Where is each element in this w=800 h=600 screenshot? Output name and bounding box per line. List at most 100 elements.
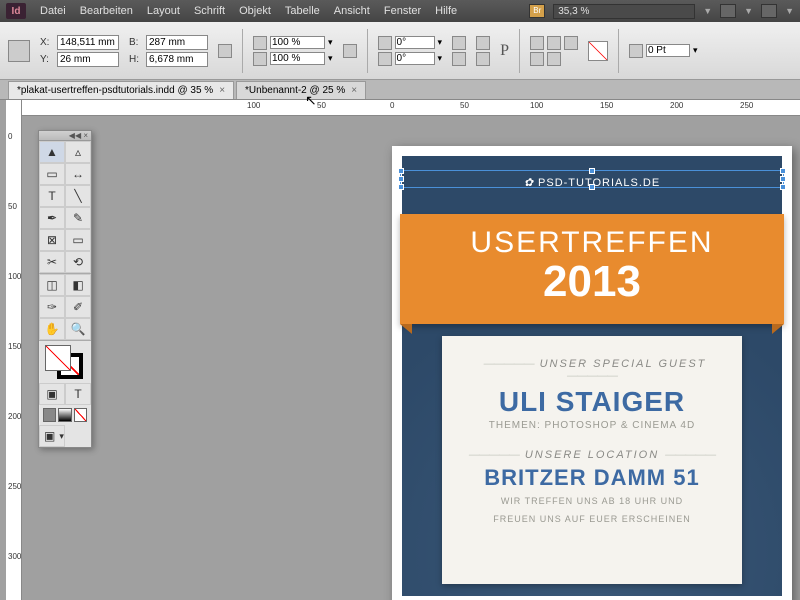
flip-h-icon[interactable] bbox=[476, 36, 490, 50]
canvas[interactable]: ◀◀ × ▲ ▵ ▭ ↔ T ╲ ✒ ✎ ⊠ ▭ ✂ ⟲ ◫ ◧ ✑ ✐ ✋ 🔍 bbox=[22, 116, 800, 600]
ruler-tick: 0 bbox=[390, 101, 394, 110]
chevron-down-icon[interactable]: ▾ bbox=[438, 53, 443, 64]
view-mode[interactable]: ▣ ▾ bbox=[39, 425, 65, 447]
tab-label: *Unbenannt-2 @ 25 % bbox=[245, 85, 345, 96]
menubar: Id Datei Bearbeiten Layout Schrift Objek… bbox=[0, 0, 800, 22]
close-icon[interactable]: × bbox=[219, 85, 225, 96]
ruler-tick: 100 bbox=[8, 272, 21, 281]
fill-stroke-control[interactable] bbox=[39, 341, 91, 383]
x-input[interactable] bbox=[57, 35, 119, 50]
wrap-none-icon[interactable] bbox=[530, 36, 544, 50]
shear-input[interactable] bbox=[395, 52, 435, 65]
tab-unbenannt[interactable]: *Unbenannt-2 @ 25 % × bbox=[236, 81, 366, 99]
selection-frame[interactable] bbox=[400, 170, 784, 188]
rotate-ccw-icon[interactable] bbox=[452, 52, 466, 66]
scissors-tool[interactable]: ✂ bbox=[39, 251, 65, 273]
menu-ansicht[interactable]: Ansicht bbox=[334, 5, 370, 17]
control-bar: X: Y: B: H: ▾ ▾ ▾ ▾ P ▾ bbox=[0, 22, 800, 80]
w-input[interactable] bbox=[146, 35, 208, 50]
menu-tabelle[interactable]: Tabelle bbox=[285, 5, 320, 17]
formatting-text-icon[interactable]: T bbox=[65, 383, 91, 405]
scale-x-icon bbox=[253, 36, 267, 50]
h-input[interactable] bbox=[146, 52, 208, 67]
menu-schrift[interactable]: Schrift bbox=[194, 5, 225, 17]
free-transform-tool[interactable]: ⟲ bbox=[65, 251, 91, 273]
wrap-jump-icon[interactable] bbox=[530, 52, 544, 66]
chevron-down-icon[interactable]: ▾ bbox=[328, 53, 333, 64]
constrain-scale-icon[interactable] bbox=[343, 44, 357, 58]
chevron-down-icon[interactable]: ▾ bbox=[693, 45, 698, 56]
location-sub2: FREUEN UNS AUF EUER ERSCHEINEN bbox=[454, 513, 730, 527]
gradient-feather-tool[interactable]: ◧ bbox=[65, 274, 91, 296]
ruler-vertical[interactable]: 0 50 100 150 200 250 300 bbox=[6, 100, 22, 600]
reference-point-icon[interactable] bbox=[8, 40, 30, 62]
poster-card: UNSER SPECIAL GUEST ULI STAIGER THEMEN: … bbox=[442, 336, 742, 584]
menu-datei[interactable]: Datei bbox=[40, 5, 66, 17]
apply-color-icon[interactable] bbox=[43, 408, 56, 422]
rotate-cw-icon[interactable] bbox=[452, 36, 466, 50]
arrange-icon[interactable] bbox=[761, 4, 777, 18]
screen-mode-icon[interactable] bbox=[720, 4, 736, 18]
selection-tool[interactable]: ▲ bbox=[39, 141, 65, 163]
bridge-icon[interactable]: Br bbox=[529, 4, 545, 18]
stroke-input[interactable] bbox=[646, 44, 690, 57]
type-tool[interactable]: T bbox=[39, 185, 65, 207]
y-input[interactable] bbox=[57, 52, 119, 67]
menu-hilfe[interactable]: Hilfe bbox=[435, 5, 457, 17]
wrap-shape-icon[interactable] bbox=[564, 36, 578, 50]
close-icon[interactable]: × bbox=[351, 85, 357, 96]
menu-fenster[interactable]: Fenster bbox=[384, 5, 421, 17]
page-tool[interactable]: ▭ bbox=[39, 163, 65, 185]
ruler-tick: 150 bbox=[600, 101, 613, 110]
wrap-bbox-icon[interactable] bbox=[547, 36, 561, 50]
eyedropper-tool[interactable]: ✐ bbox=[65, 296, 91, 318]
apply-gradient-icon[interactable] bbox=[58, 408, 71, 422]
line-tool[interactable]: ╲ bbox=[65, 185, 91, 207]
shear-icon bbox=[378, 52, 392, 66]
direct-selection-tool[interactable]: ▵ bbox=[65, 141, 91, 163]
hand-tool[interactable]: ✋ bbox=[39, 318, 65, 340]
formatting-container-icon[interactable]: ▣ bbox=[39, 383, 65, 405]
toolbox-header[interactable]: ◀◀ × bbox=[39, 131, 91, 141]
flip-v-icon[interactable] bbox=[476, 52, 490, 66]
arrange-chevron-icon[interactable]: ▼ bbox=[785, 6, 794, 16]
rotate-input[interactable] bbox=[395, 36, 435, 49]
menu-bearbeiten[interactable]: Bearbeiten bbox=[80, 5, 133, 17]
rectangle-frame-tool[interactable]: ⊠ bbox=[39, 229, 65, 251]
gap-tool[interactable]: ↔ bbox=[65, 163, 91, 185]
note-tool[interactable]: ✑ bbox=[39, 296, 65, 318]
menu-layout[interactable]: Layout bbox=[147, 5, 180, 17]
ruler-tick: 200 bbox=[8, 412, 21, 421]
pencil-tool[interactable]: ✎ bbox=[65, 207, 91, 229]
banner-title: USERTREFFEN bbox=[400, 214, 784, 260]
zoom-select[interactable] bbox=[553, 4, 695, 19]
ruler-horizontal[interactable]: 100 50 0 50 100 150 200 250 bbox=[22, 100, 800, 116]
constrain-icon[interactable] bbox=[218, 44, 232, 58]
w-label: B: bbox=[129, 37, 143, 48]
ruler-tick: 200 bbox=[670, 101, 683, 110]
apply-none-icon[interactable] bbox=[74, 408, 87, 422]
fill-swatch[interactable] bbox=[45, 345, 71, 371]
chevron-down-icon[interactable]: ▾ bbox=[438, 37, 443, 48]
poster-page[interactable]: ✿PSD-TUTORIALS.DE USERTREFFEN 2013 UNSER… bbox=[392, 146, 792, 600]
rectangle-tool[interactable]: ▭ bbox=[65, 229, 91, 251]
paragraph-style-icon[interactable]: P bbox=[500, 42, 509, 60]
zoom-chevron-icon[interactable]: ▼ bbox=[703, 6, 712, 16]
chevron-down-icon[interactable]: ▾ bbox=[328, 37, 333, 48]
rotate-icon bbox=[378, 36, 392, 50]
gradient-swatch-tool[interactable]: ◫ bbox=[39, 274, 65, 296]
pen-tool[interactable]: ✒ bbox=[39, 207, 65, 229]
wrap-column-icon[interactable] bbox=[547, 52, 561, 66]
tab-plakat[interactable]: *plakat-usertreffen-psdtutorials.indd @ … bbox=[8, 81, 234, 99]
scale-y-input[interactable] bbox=[270, 52, 325, 65]
menu-objekt[interactable]: Objekt bbox=[239, 5, 271, 17]
x-label: X: bbox=[40, 37, 54, 48]
poster-banner: USERTREFFEN 2013 bbox=[400, 214, 784, 324]
screen-mode-chevron-icon[interactable]: ▼ bbox=[744, 6, 753, 16]
document-tabs: *plakat-usertreffen-psdtutorials.indd @ … bbox=[0, 80, 800, 100]
toolbox: ◀◀ × ▲ ▵ ▭ ↔ T ╲ ✒ ✎ ⊠ ▭ ✂ ⟲ ◫ ◧ ✑ ✐ ✋ 🔍 bbox=[38, 130, 92, 448]
zoom-tool[interactable]: 🔍 bbox=[65, 318, 91, 340]
guest-name: ULI STAIGER bbox=[454, 386, 730, 418]
scale-x-input[interactable] bbox=[270, 36, 325, 49]
fill-swatch[interactable] bbox=[588, 41, 608, 61]
